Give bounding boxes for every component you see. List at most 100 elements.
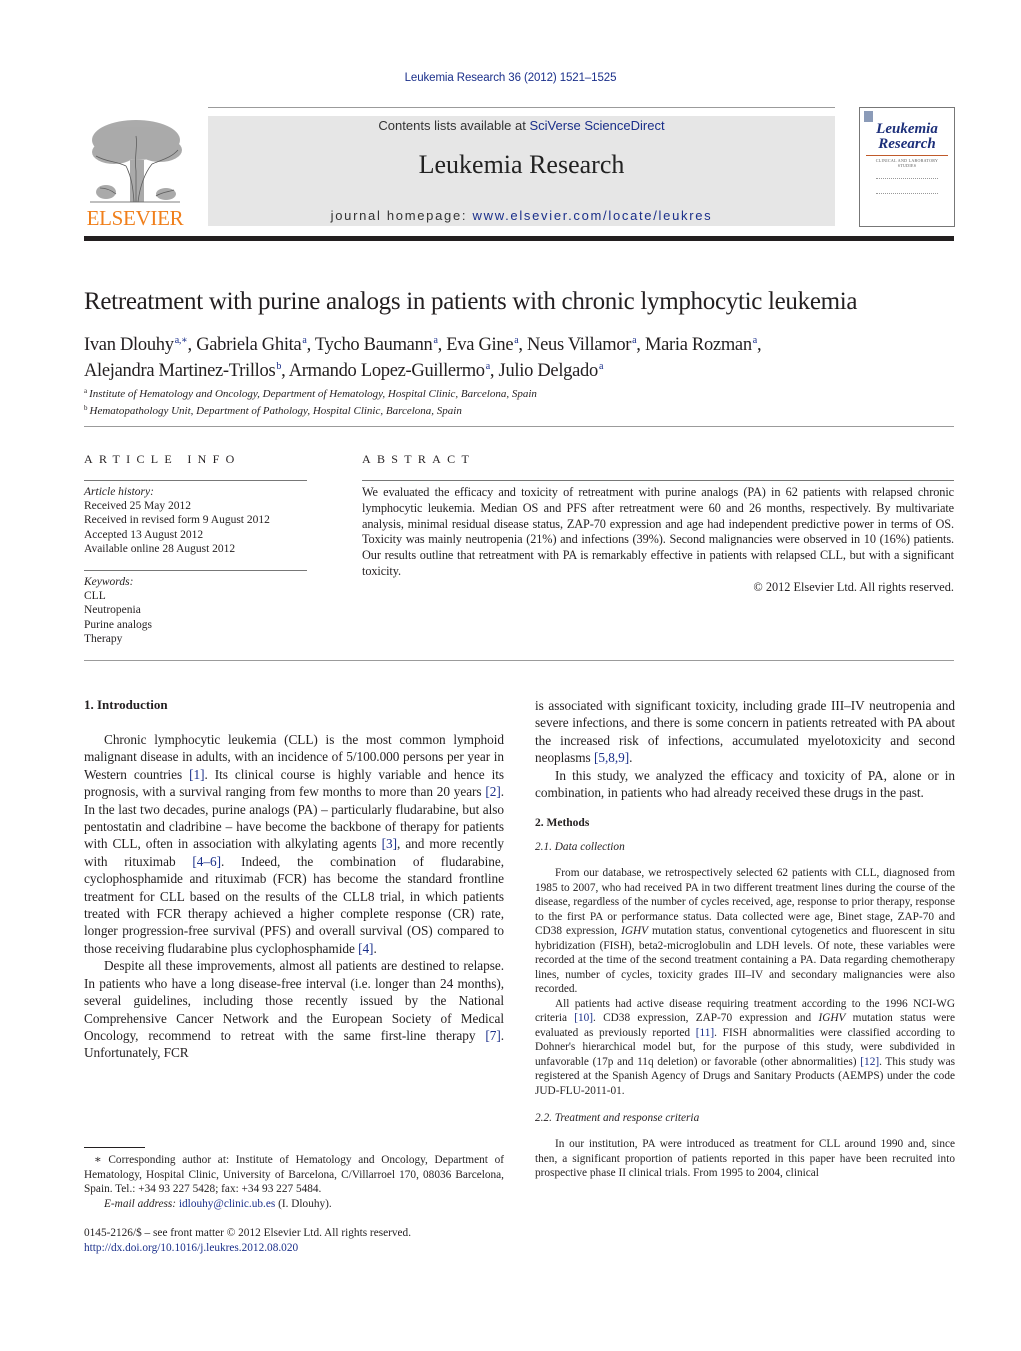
author: Tycho Baumanna [314, 335, 438, 355]
divider [84, 570, 307, 571]
affiliation-marker-link[interactable]: a [632, 335, 636, 346]
reference-link[interactable]: [7] [485, 1028, 500, 1043]
body-column-right: is associated with significant toxicity,… [535, 697, 955, 1181]
contents-prefix: Contents lists available at [378, 118, 530, 133]
cover-title-line2: Research [878, 136, 936, 152]
gene-name: IGHV [818, 1012, 846, 1025]
author: Gabriela Ghitaa [196, 335, 307, 355]
corresponding-author-text: ∗ Corresponding author at: Institute of … [84, 1154, 504, 1195]
keyword: CLL [84, 590, 106, 603]
affiliation-marker-link[interactable]: b [276, 361, 281, 372]
subsection-heading-data-collection: 2.1. Data collection [535, 841, 625, 854]
history-entry: Accepted 13 August 2012 [84, 528, 204, 541]
reference-link[interactable]: [5,8,9] [594, 750, 629, 765]
body-column-left: 1. Introduction Chronic lymphocytic leuk… [84, 697, 504, 1062]
author: Maria Rozmana [644, 335, 757, 355]
masthead-bar [84, 236, 954, 241]
affiliation-list: a Institute of Hematology and Oncology, D… [84, 384, 537, 418]
homepage-prefix: journal homepage: [330, 208, 473, 223]
affiliation-marker-link[interactable]: a [753, 335, 757, 346]
history-label: Article history: [84, 486, 154, 498]
history-entry: Received in revised form 9 August 2012 [84, 514, 270, 527]
reference-link[interactable]: [4] [358, 941, 373, 956]
intro-paragraph-2-continued: is associated with significant toxicity,… [535, 698, 955, 766]
publisher-wordmark: ELSEVIER [86, 206, 184, 230]
journal-cover-thumbnail[interactable]: Leukemia Research CLINICAL AND LABORATORY… [859, 107, 955, 227]
cover-subtitle: CLINICAL AND LABORATORY STUDIES [866, 155, 948, 168]
abstract-text: We evaluated the efficacy and toxicity o… [362, 485, 954, 578]
contents-availability: Contents lists available at SciVerse Sci… [208, 118, 835, 133]
affiliation-marker-link[interactable]: a [434, 335, 438, 346]
keywords-label: Keywords: [84, 576, 134, 588]
doi-link[interactable]: http://dx.doi.org/10.1016/j.leukres.2012… [84, 1242, 298, 1254]
author: Neus Villamora [527, 335, 637, 355]
affiliation-marker-link[interactable]: a [514, 335, 518, 346]
elsevier-tree-icon [86, 116, 184, 204]
keywords: Keywords: CLL Neutropenia Purine analogs Th… [84, 575, 152, 646]
divider [84, 426, 954, 427]
affiliation-mark: b [84, 404, 88, 412]
keyword: Therapy [84, 632, 123, 645]
author: Alejandra Martinez-Trillosb [84, 361, 282, 381]
affiliation: a Institute of Hematology and Oncology, D… [84, 387, 537, 400]
corresponding-author-footnote: ∗ Corresponding author at: Institute of … [84, 1153, 504, 1211]
journal-banner: Contents lists available at SciVerse Sci… [208, 116, 835, 226]
keyword: Neutropenia [84, 604, 141, 617]
keyword-list: CLL Neutropenia Purine analogs Therapy [84, 589, 152, 646]
section-heading-methods: 2. Methods [535, 817, 590, 830]
methods-paragraph-2: All patients had active disease requirin… [535, 997, 955, 1097]
methods-paragraph-3: In our institution, PA were introduced a… [535, 1138, 955, 1180]
front-matter: 0145-2126/$ – see front matter © 2012 El… [84, 1226, 411, 1255]
reference-link[interactable]: [3] [382, 836, 397, 851]
affiliation-marker-link[interactable]: a [486, 361, 490, 372]
history-list: Received 25 May 2012 Received in revised … [84, 499, 270, 556]
reference-link[interactable]: [11] [696, 1027, 714, 1039]
abstract-heading: ABSTRACT [362, 452, 476, 466]
affiliation-marker-link[interactable]: a,∗ [175, 335, 188, 346]
reference-link[interactable]: [12] [860, 1056, 879, 1068]
gene-name: IGHV [621, 925, 649, 938]
divider [84, 660, 954, 661]
issn-line: 0145-2126/$ – see front matter © 2012 El… [84, 1227, 412, 1239]
author: Armando Lopez-Guillermoa [288, 361, 490, 381]
affiliation-marker-link[interactable]: a [599, 361, 603, 372]
email-suffix: (I. Dlouhy). [275, 1197, 332, 1210]
header-divider [208, 107, 835, 108]
journal-homepage: journal homepage: www.elsevier.com/locat… [208, 208, 835, 223]
cover-title: Leukemia Research [860, 122, 954, 152]
history-entry: Available online 28 August 2012 [84, 542, 236, 555]
journal-name: Leukemia Research [418, 150, 625, 179]
intro-paragraph-1: Chronic lymphocytic leukemia (CLL) is th… [84, 732, 504, 956]
abstract-copyright: © 2012 Elsevier Ltd. All rights reserved… [753, 580, 954, 594]
affiliation-mark: a [84, 387, 88, 395]
cover-title-line1: Leukemia [876, 121, 938, 137]
reference-link[interactable]: [4–6] [192, 854, 221, 869]
divider [84, 480, 307, 481]
history-entry: Received 25 May 2012 [84, 500, 191, 513]
article-title: Retreatment with purine analogs in patie… [84, 288, 858, 315]
subsection-heading-treatment: 2.2. Treatment and response criteria [535, 1112, 700, 1125]
author: Ivan Dlouhya,∗ [84, 335, 188, 355]
intro-paragraph-2: Despite all these improvements, almost a… [84, 958, 504, 1061]
cover-editors [876, 178, 938, 194]
author-list: Ivan Dlouhya,∗, Gabriela Ghitaa, Tycho B… [84, 335, 762, 381]
author: Julio Delgadoa [498, 361, 604, 381]
email-link[interactable]: idlouhy@clinic.ub.es [179, 1198, 275, 1210]
section-heading-introduction: 1. Introduction [84, 697, 168, 712]
homepage-link[interactable]: www.elsevier.com/locate/leukres [473, 208, 713, 223]
journal-citation-link[interactable]: Leukemia Research 36 (2012) 1521–1525 [0, 72, 1021, 84]
affiliation: b Hematopathology Unit, Department of Pat… [84, 404, 462, 417]
intro-paragraph-3: In this study, we analyzed the efficacy … [535, 767, 955, 801]
affiliation-marker-link[interactable]: a [302, 335, 306, 346]
reference-link[interactable]: [2] [485, 784, 500, 799]
author: Eva Ginea [446, 335, 519, 355]
cover-emblem-icon [864, 111, 873, 122]
elsevier-logo[interactable]: ELSEVIER [84, 116, 186, 230]
footnote-divider [84, 1147, 145, 1148]
divider [362, 480, 954, 481]
article-history: Article history: Received 25 May 2012 Rec… [84, 485, 270, 556]
sciencedirect-link[interactable]: SciVerse ScienceDirect [529, 118, 664, 133]
reference-link[interactable]: [10] [574, 1012, 593, 1024]
reference-link[interactable]: [1] [189, 767, 204, 782]
keyword: Purine analogs [84, 618, 153, 631]
